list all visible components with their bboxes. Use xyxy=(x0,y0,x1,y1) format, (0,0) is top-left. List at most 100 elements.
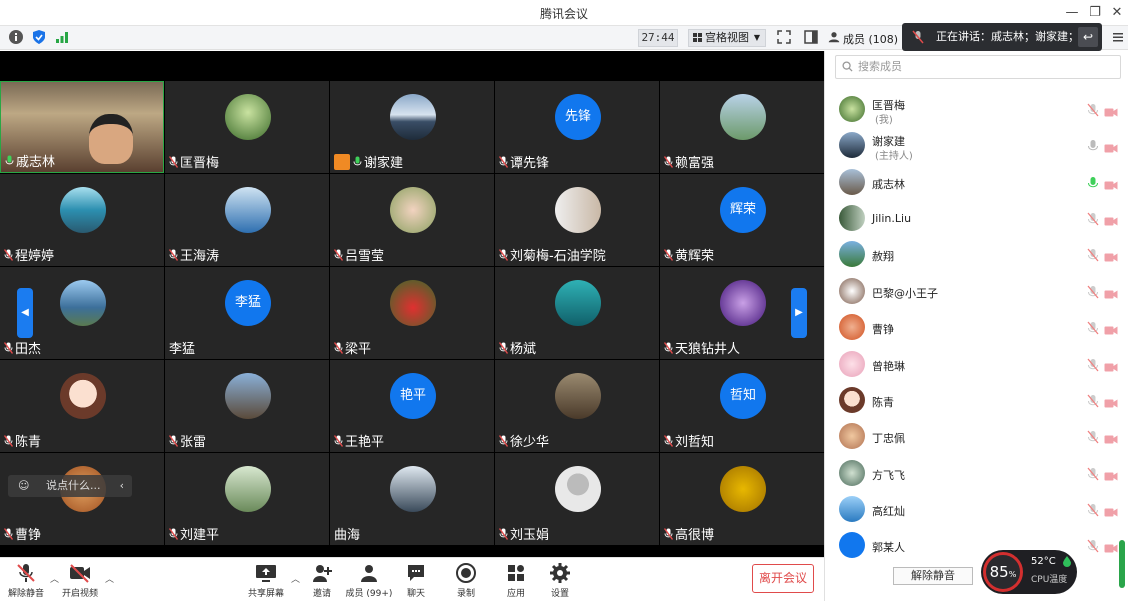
camera-off-icon[interactable] xyxy=(1104,358,1118,377)
member-list-item[interactable]: 谢家建 (主持人) xyxy=(825,127,1128,163)
chevron-down-icon: ▼ xyxy=(753,33,760,42)
share-screen-button[interactable]: 共享屏幕 xyxy=(244,562,288,599)
info-icon[interactable] xyxy=(8,29,24,45)
unmute-button[interactable]: 解除静音 xyxy=(4,562,48,599)
member-list-item[interactable]: 方飞飞 xyxy=(825,455,1128,491)
member-list-item[interactable]: 巴黎@小王子 xyxy=(825,273,1128,309)
camera-off-icon[interactable] xyxy=(1104,248,1118,267)
member-list-item[interactable]: 陈青 xyxy=(825,382,1128,418)
camera-off-icon[interactable] xyxy=(1104,139,1118,158)
video-options-chevron-icon[interactable]: ︿ xyxy=(105,572,114,585)
video-tile[interactable]: 哲知 刘哲知 xyxy=(660,360,824,452)
member-list-item[interactable]: 赦翔 xyxy=(825,236,1128,272)
participant-name: 赖富强 xyxy=(675,156,715,171)
sidebar-toggle-icon[interactable] xyxy=(803,29,819,45)
video-tile[interactable]: 曹铮 xyxy=(0,453,164,545)
mic-muted-icon[interactable] xyxy=(1087,284,1099,303)
video-tile[interactable]: 戚志林 xyxy=(0,81,164,173)
mic-muted-icon[interactable] xyxy=(1087,211,1099,230)
chat-button[interactable]: 聊天 xyxy=(394,562,438,599)
member-list-item[interactable]: 郭某人 xyxy=(825,527,1128,563)
record-button[interactable]: 录制 xyxy=(444,562,488,599)
members-count-label[interactable]: 成员 (108) xyxy=(843,31,898,47)
camera-off-icon[interactable] xyxy=(1104,430,1118,449)
mic-muted-icon[interactable] xyxy=(1087,466,1099,485)
grid-view-label: 宫格视图 xyxy=(705,31,749,44)
members-button[interactable]: 成员 (99+) xyxy=(344,562,394,599)
camera-off-icon[interactable] xyxy=(1104,321,1118,340)
video-tile[interactable]: 曲海 xyxy=(330,453,494,545)
invite-button[interactable]: 邀请 xyxy=(300,562,344,599)
video-tile[interactable]: 刘玉娟 xyxy=(495,453,659,545)
video-tile[interactable]: 匡晋梅 xyxy=(165,81,329,173)
unmute-all-button[interactable]: 解除静音 xyxy=(893,567,973,585)
camera-off-icon[interactable] xyxy=(1104,539,1118,558)
camera-off-icon[interactable] xyxy=(1104,394,1118,413)
member-name: 戚志林 xyxy=(872,178,905,191)
restore-icon[interactable]: ❐ xyxy=(1085,3,1105,23)
start-video-button[interactable]: 开启视频 xyxy=(58,562,102,599)
mic-muted-icon[interactable] xyxy=(1087,538,1099,557)
chat-quick-input[interactable]: ☺ 说点什么... ‹ xyxy=(8,475,132,497)
apps-button[interactable]: 应用 xyxy=(494,562,538,599)
mic-muted-icon[interactable] xyxy=(1087,247,1099,266)
member-list-item[interactable]: 戚志林 xyxy=(825,164,1128,200)
video-tile[interactable]: 刘菊梅-石油学院 xyxy=(495,174,659,266)
video-tile[interactable]: 辉荣 黄辉荣 xyxy=(660,174,824,266)
video-tile[interactable]: 吕雪莹 xyxy=(330,174,494,266)
video-tile[interactable]: 刘建平 xyxy=(165,453,329,545)
mic-on-icon[interactable] xyxy=(1087,138,1099,157)
camera-off-icon[interactable] xyxy=(1104,467,1118,486)
member-list-item[interactable]: 高红灿 xyxy=(825,491,1128,527)
camera-off-icon[interactable] xyxy=(1104,176,1118,195)
member-list-item[interactable]: 曾艳琳 xyxy=(825,346,1128,382)
leave-meeting-button[interactable]: 离开会议 xyxy=(752,564,814,593)
collapse-chevron-icon[interactable]: ‹ xyxy=(120,475,124,497)
mic-muted-icon[interactable] xyxy=(1087,502,1099,521)
video-tile[interactable]: 陈青 xyxy=(0,360,164,452)
video-tile[interactable]: 李猛 李猛 xyxy=(165,267,329,359)
share-options-chevron-icon[interactable]: ︿ xyxy=(291,572,300,585)
video-tile[interactable]: 徐少华 xyxy=(495,360,659,452)
mic-muted-icon[interactable] xyxy=(1087,357,1099,376)
camera-off-icon[interactable] xyxy=(1104,503,1118,522)
settings-button[interactable]: 设置 xyxy=(538,562,582,599)
shield-icon[interactable] xyxy=(31,29,47,45)
member-list-item[interactable]: Jilin.Liu xyxy=(825,200,1128,236)
camera-off-icon[interactable] xyxy=(1104,285,1118,304)
camera-off-icon[interactable] xyxy=(1104,103,1118,122)
member-list-item[interactable]: 丁忠佩 xyxy=(825,418,1128,454)
video-tile[interactable]: 张雷 xyxy=(165,360,329,452)
mic-muted-icon[interactable] xyxy=(1087,102,1099,121)
panel-scrollbar[interactable] xyxy=(1119,540,1125,588)
emoji-icon[interactable]: ☺ xyxy=(18,475,29,497)
camera-off-icon[interactable] xyxy=(1104,212,1118,231)
video-tile[interactable]: 赖富强 xyxy=(660,81,824,173)
signal-icon[interactable] xyxy=(54,29,70,45)
mic-muted-icon[interactable] xyxy=(1087,393,1099,412)
close-icon[interactable]: ✕ xyxy=(1107,3,1127,23)
video-tile[interactable]: 杨斌 xyxy=(495,267,659,359)
video-tile[interactable]: 梁平 xyxy=(330,267,494,359)
mic-active-icon[interactable] xyxy=(1087,175,1099,194)
member-search-input[interactable]: 搜索成员 xyxy=(835,55,1121,79)
video-tile[interactable]: 王海涛 xyxy=(165,174,329,266)
video-tile[interactable]: 艳平 王艳平 xyxy=(330,360,494,452)
next-page-arrow-icon[interactable]: ▶ xyxy=(791,288,807,338)
video-tile[interactable]: 程婷婷 xyxy=(0,174,164,266)
mic-muted-icon[interactable] xyxy=(1087,429,1099,448)
menu-icon[interactable] xyxy=(1110,29,1126,45)
minimize-icon[interactable]: — xyxy=(1062,3,1082,23)
mic-muted-icon[interactable] xyxy=(1087,320,1099,339)
mic-muted-icon xyxy=(17,564,35,582)
member-list-item[interactable]: 匡晋梅 (我) xyxy=(825,91,1128,127)
video-tile[interactable]: 高很博 xyxy=(660,453,824,545)
participant-name-tag: 李猛 xyxy=(169,338,195,357)
reply-arrow-icon[interactable]: ↩ xyxy=(1078,27,1098,47)
fullscreen-icon[interactable] xyxy=(776,29,792,45)
grid-view-dropdown[interactable]: 宫格视图 ▼ xyxy=(688,29,766,47)
prev-page-arrow-icon[interactable]: ◀ xyxy=(17,288,33,338)
member-list-item[interactable]: 曹铮 xyxy=(825,309,1128,345)
video-tile[interactable]: 谢家建 xyxy=(330,81,494,173)
video-tile[interactable]: 先锋 谭先锋 xyxy=(495,81,659,173)
